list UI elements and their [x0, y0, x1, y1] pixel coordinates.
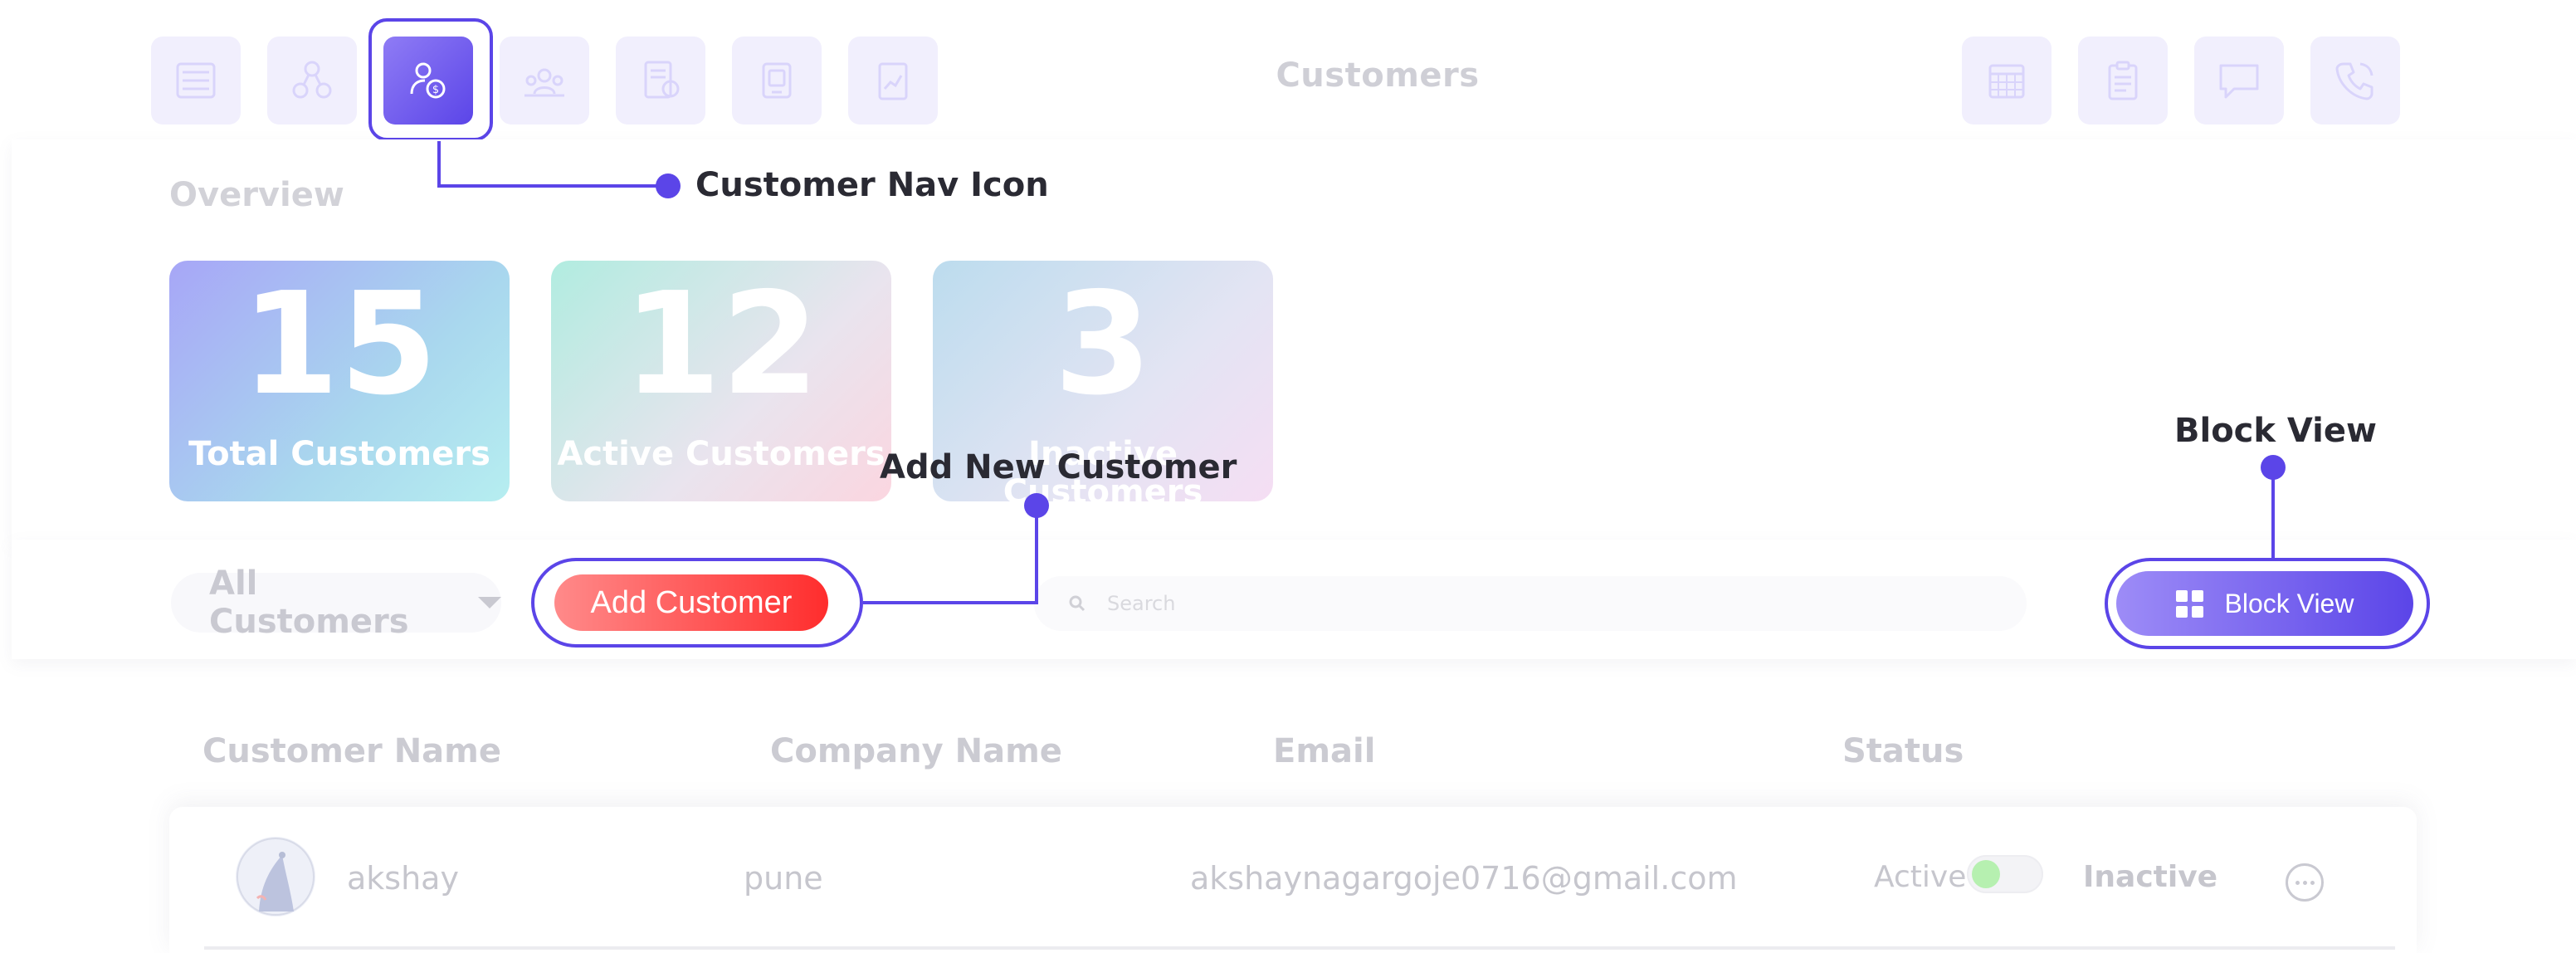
total-customers-label: Total Customers [188, 435, 490, 473]
clipboard-icon [2108, 61, 2138, 100]
grid-icon [2175, 589, 2203, 618]
callout-dot-nav [656, 173, 681, 198]
nav-invoice-icon[interactable] [616, 37, 705, 125]
nav-chat-icon[interactable] [2194, 37, 2284, 125]
callout-line-add-vertical [1035, 515, 1038, 604]
callout-line-nav-horizontal [437, 184, 668, 188]
nav-list-icon[interactable] [151, 37, 241, 125]
nav-team-icon[interactable] [500, 37, 589, 125]
block-view-button[interactable]: Block View [2116, 571, 2413, 636]
device-icon [762, 62, 792, 99]
callout-add-new-customer: Add New Customer [880, 448, 1237, 486]
filter-label: All Customers [209, 564, 409, 641]
toggle-knob [1972, 860, 2000, 888]
more-options-icon[interactable] [2286, 863, 2324, 902]
search-bar [1034, 576, 2027, 631]
callout-block-view: Block View [2174, 412, 2377, 450]
active-customers-label: Active Customers [557, 435, 886, 473]
nav-phone-icon[interactable] [2310, 37, 2400, 125]
callout-line-nav-vertical [437, 141, 441, 188]
customer-email: akshaynagargoje0716@gmail.com [1190, 860, 1738, 897]
active-customers-card[interactable]: 12 Active Customers [551, 261, 891, 501]
column-header-status[interactable]: Status [1842, 732, 1964, 770]
customer-filter-dropdown[interactable]: All Customers [171, 564, 501, 641]
team-icon [524, 68, 564, 97]
nav-device-icon[interactable] [732, 37, 822, 125]
chat-icon [2219, 64, 2259, 99]
nav-report-icon[interactable] [848, 37, 938, 125]
page-title: Customers [1276, 56, 1480, 95]
status-toggle[interactable] [1967, 855, 2043, 893]
status-active-label: Active [1874, 860, 1967, 894]
nav-clipboard-icon[interactable] [2078, 37, 2168, 125]
search-icon [1069, 595, 1086, 612]
search-input[interactable] [1107, 592, 1854, 615]
status-inactive-label: Inactive [2083, 860, 2218, 894]
callout-line-block-vertical [2271, 476, 2275, 560]
invoice-icon [644, 61, 680, 99]
avatar [236, 837, 315, 916]
phone-icon [2335, 62, 2374, 100]
nav-icon-highlight [368, 18, 493, 141]
block-view-label: Block View [2224, 588, 2354, 618]
calendar-icon [1988, 64, 2025, 99]
report-icon [878, 62, 908, 100]
overview-label: Overview [169, 176, 344, 214]
nav-calendar-icon[interactable] [1962, 37, 2052, 125]
row-divider [204, 946, 2395, 950]
callout-line-add-horizontal [863, 601, 1038, 604]
network-icon [292, 61, 332, 99]
column-header-company-name[interactable]: Company Name [770, 732, 1062, 770]
avatar-illustration [237, 838, 315, 916]
column-header-email[interactable]: Email [1273, 732, 1375, 770]
company-name: pune [744, 860, 823, 897]
active-customers-value: 12 [622, 262, 820, 427]
total-customers-value: 15 [241, 262, 438, 427]
column-header-customer-name[interactable]: Customer Name [202, 732, 501, 770]
list-icon [176, 62, 216, 99]
customer-name: akshay [347, 860, 459, 897]
total-customers-card[interactable]: 15 Total Customers [169, 261, 510, 501]
add-customer-button[interactable]: Add Customer [554, 574, 828, 631]
chevron-down-icon [478, 597, 501, 608]
callout-nav-icon: Customer Nav Icon [695, 166, 1049, 204]
inactive-customers-value: 3 [1053, 262, 1153, 427]
nav-network-icon[interactable] [267, 37, 357, 125]
